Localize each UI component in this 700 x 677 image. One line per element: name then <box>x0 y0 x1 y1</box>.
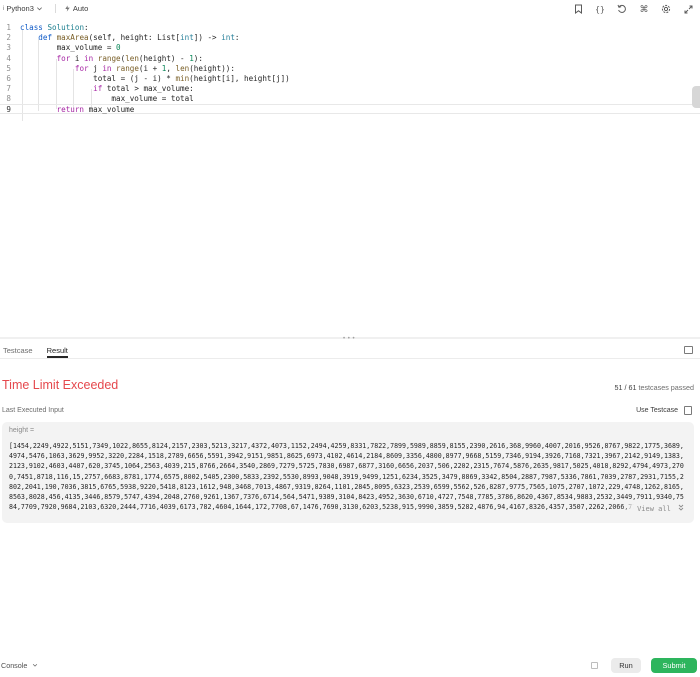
line-number: 1 <box>6 23 11 32</box>
console-toggle[interactable]: Console <box>1 661 38 670</box>
code-text: def maxArea(self, height: List[int]) -> … <box>38 33 240 43</box>
tab-result[interactable]: Result <box>46 343 68 358</box>
line-number: 4 <box>6 53 11 63</box>
settings-icon[interactable] <box>660 3 672 15</box>
last-executed-input-label: Last Executed Input <box>2 407 64 414</box>
run-button[interactable]: Run <box>611 658 641 673</box>
code-line: 6 total = (j - i) * min(height[i], heigh… <box>0 74 700 84</box>
code-line: 1 class Solution: <box>0 23 700 33</box>
last-input-box: height = [1454,2249,4922,5151,7349,1022,… <box>2 422 694 523</box>
panel-layout-icon[interactable] <box>684 346 693 354</box>
info-icon: i <box>3 5 5 12</box>
side-panel-toggle[interactable] <box>692 86 700 108</box>
language-label: Python3 <box>6 4 34 13</box>
view-all-label: View all <box>637 505 671 513</box>
shortcut-icon[interactable]: ⌘ <box>638 3 650 15</box>
chevron-down-icon <box>36 7 42 11</box>
code-text: max_volume = 0 <box>20 43 121 53</box>
view-all-button[interactable]: View all <box>623 504 684 513</box>
code-line: 7 if total > max_volume: <box>0 84 700 94</box>
result-status: Time Limit Exceeded <box>2 378 119 392</box>
code-editor[interactable]: 1 class Solution: 2 def maxArea(self, hei… <box>0 19 700 121</box>
line-number: 2 <box>6 33 11 43</box>
chevron-double-down-icon <box>678 504 684 511</box>
toolbar-actions: {} ⌘ <box>572 3 694 15</box>
code-text: total = (j - i) * min(height[i], height[… <box>20 74 290 83</box>
line-number: 6 <box>6 74 11 83</box>
code-text: for i in range(len(height) - 1): <box>56 53 203 63</box>
code-text: class Solution: <box>20 23 89 32</box>
braces-icon[interactable]: {} <box>594 3 606 15</box>
use-testcase-icon[interactable] <box>684 406 692 415</box>
reset-icon[interactable] <box>616 3 628 15</box>
passed-count: 51 / 61 <box>614 383 637 392</box>
input-param-value: [1454,2249,4922,5151,7349,1022,8655,8124… <box>9 442 684 512</box>
toolbar-divider <box>54 4 56 13</box>
console-label: Console <box>1 661 28 670</box>
footer-bar: Console Run Submit <box>0 655 700 677</box>
code-text: if total > max_volume: <box>93 84 194 94</box>
code-text: max_volume = total <box>20 94 194 104</box>
line-number: 5 <box>6 63 11 73</box>
tab-testcase[interactable]: Testcase <box>3 343 33 358</box>
code-line-active: 9 return max_volume <box>0 103 700 114</box>
line-number: 7 <box>6 84 11 94</box>
chevron-down-icon <box>33 663 38 667</box>
code-line: 3 max_volume = 0 <box>0 43 700 53</box>
editor-toolbar: i Python3 Auto {} ⌘ <box>0 0 700 17</box>
code-text: return max_volume <box>56 104 135 114</box>
use-testcase-button[interactable]: Use Testcase <box>636 407 678 414</box>
line-number: 8 <box>6 94 11 104</box>
code-line: 5 for j in range(i + 1, len(height)): <box>0 64 700 74</box>
testcases-passed: 51 / 61 testcases passed <box>614 383 694 392</box>
expand-icon[interactable] <box>682 3 694 15</box>
submit-button[interactable]: Submit <box>651 658 697 673</box>
bookmark-icon[interactable] <box>572 3 584 15</box>
line-number: 9 <box>6 104 11 114</box>
code-line: 2 def maxArea(self, height: List[int]) -… <box>0 33 700 43</box>
passed-label: testcases passed <box>638 383 694 392</box>
auto-mode-label: Auto <box>72 4 89 13</box>
result-tabs: Testcase Result <box>0 343 700 359</box>
upload-icon[interactable] <box>591 662 598 669</box>
lightning-icon <box>65 5 70 12</box>
language-selector[interactable]: i Python3 <box>3 4 43 13</box>
auto-mode-button[interactable]: Auto <box>64 4 88 13</box>
line-number: 3 <box>6 43 11 53</box>
code-line: 4 for i in range(len(height) - 1): <box>0 54 700 64</box>
input-param-name: height = <box>9 427 35 434</box>
drag-dots-icon: • • • <box>343 336 356 342</box>
code-text: for j in range(i + 1, len(height)): <box>74 63 235 73</box>
